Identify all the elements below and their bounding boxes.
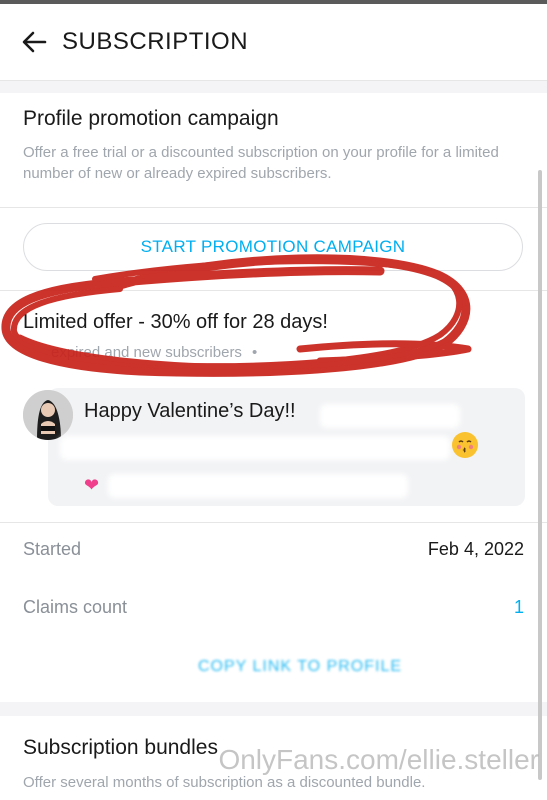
redacted-text: [320, 404, 460, 428]
arrow-left-icon: [22, 31, 47, 53]
page-title: SUBSCRIPTION: [62, 28, 249, 55]
claims-count-label: Claims count: [23, 597, 128, 617]
divider: [0, 290, 547, 291]
offer-subtitle: expired and new subscribers •: [51, 344, 258, 361]
start-promotion-campaign-button[interactable]: START PROMOTION CAMPAIGN: [23, 223, 523, 271]
promotion-description: Offer a free trial or a discounted subsc…: [23, 144, 499, 182]
started-label: Started: [23, 539, 82, 559]
offer-audience: expired and new subscribers: [51, 344, 242, 361]
watermark: OnlyFans.com/ellie.steller: [218, 744, 539, 775]
promotion-title: Profile promotion campaign: [23, 107, 279, 130]
divider: [0, 522, 547, 523]
bundles-title: Subscription bundles: [23, 736, 218, 759]
started-value: Feb 4, 2022: [427, 539, 524, 559]
redacted-text: [60, 436, 450, 460]
app-header: SUBSCRIPTION: [0, 4, 547, 81]
offer-title: Limited offer - 30% off for 28 days!: [23, 311, 328, 333]
kissing-face-icon: [452, 432, 478, 458]
section-gap: [0, 81, 547, 93]
avatar[interactable]: [23, 390, 73, 440]
claims-count-value[interactable]: 1: [514, 597, 524, 618]
heart-icon: ❤: [84, 475, 100, 495]
back-button[interactable]: [20, 28, 48, 56]
section-gap: [0, 702, 547, 716]
profile-photo: [23, 390, 73, 440]
scrollbar[interactable]: [538, 170, 542, 780]
divider: [0, 207, 547, 208]
redacted-text: [108, 474, 408, 498]
message-text: Happy Valentine’s Day!!: [84, 400, 296, 422]
copy-link-to-profile-button[interactable]: COPY LINK TO PROFILE: [80, 658, 520, 680]
